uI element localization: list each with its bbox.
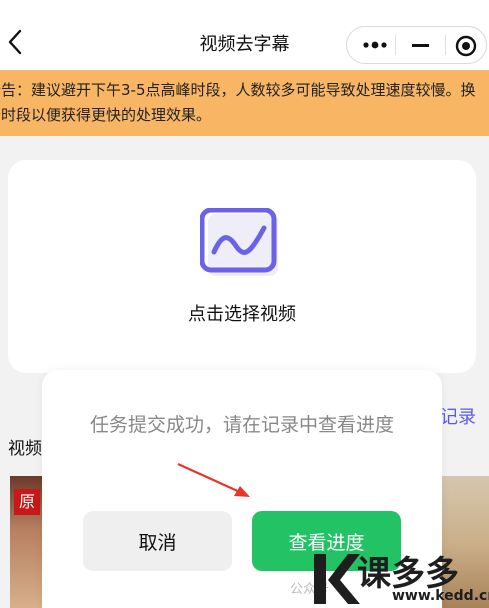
select-video-label: 点击选择视频 (188, 304, 296, 325)
select-video-card[interactable]: 点击选择视频 (8, 160, 476, 373)
capsule-divider (445, 35, 446, 55)
more-icon[interactable] (363, 40, 387, 50)
cancel-button[interactable]: 取消 (83, 511, 232, 571)
video-section-label: 视频 (8, 439, 42, 459)
announcement-text: 公告：建议避开下午3-5点高峰时段，人数较多可能导致处理速度较慢。换个时段以便获… (0, 81, 476, 124)
minimize-icon[interactable] (412, 44, 429, 47)
nav-bar: 视频去字幕 (0, 0, 489, 70)
watermark-url: www.kedd.cn (392, 588, 489, 604)
dialog-message: 任务提交成功，请在记录中查看进度 (89, 414, 394, 436)
capsule-divider (395, 35, 396, 55)
annotation-arrow-icon (177, 462, 250, 497)
record-link[interactable]: 记录 (440, 403, 476, 429)
video-picture-icon (200, 208, 278, 276)
announcement-banner: 公告：建议避开下午3-5点高峰时段，人数较多可能导致处理速度较慢。换个时段以便获… (0, 70, 489, 136)
close-target-icon[interactable] (455, 35, 477, 57)
thumbnail-tag: 原 (14, 489, 40, 515)
